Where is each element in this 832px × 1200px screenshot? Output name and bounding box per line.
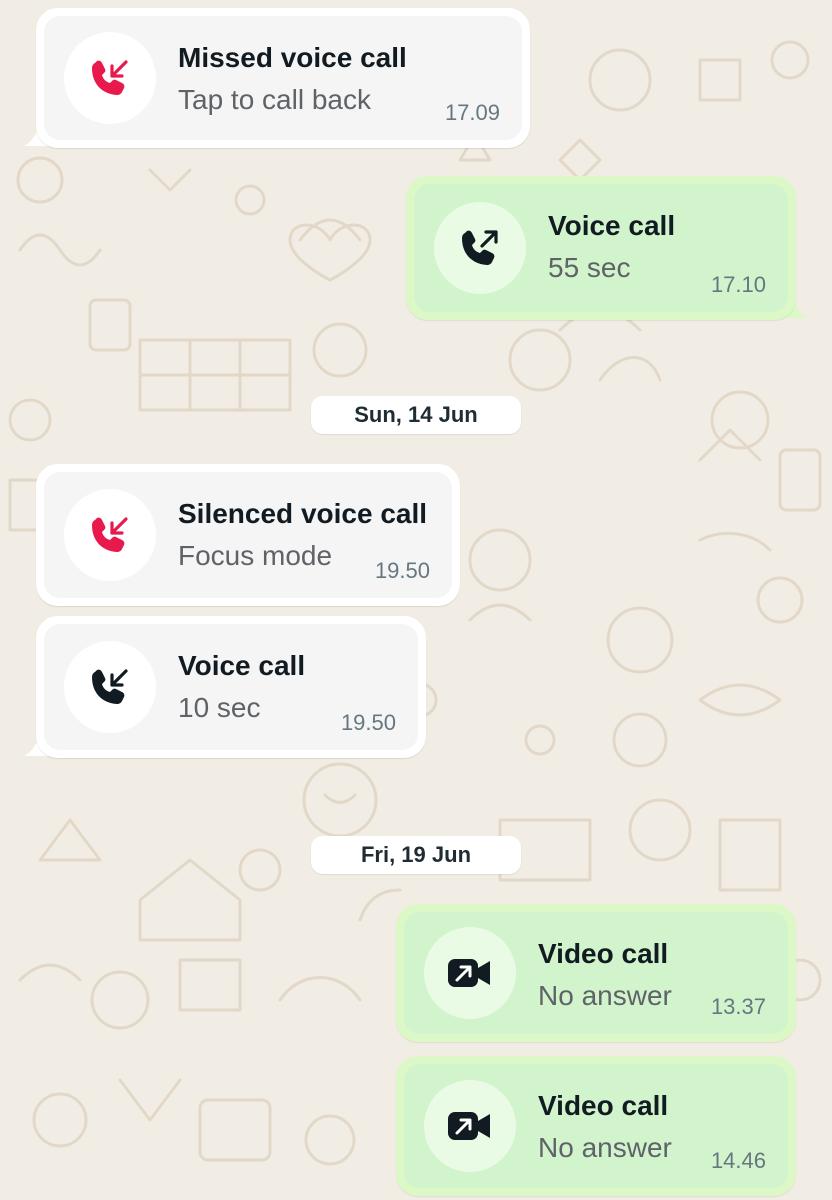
call-subtitle: Focus mode bbox=[178, 540, 333, 571]
outgoing-call-icon bbox=[462, 230, 498, 265]
call-subtitle: 55 sec bbox=[548, 252, 631, 283]
call-message-incoming-voice[interactable]: Voice call 10 sec 19.50 bbox=[36, 616, 426, 758]
call-title: Video call bbox=[538, 938, 669, 969]
call-message-outgoing-video[interactable]: Video call No answer 13.37 bbox=[396, 904, 796, 1042]
call-title: Voice call bbox=[178, 650, 306, 681]
call-message-outgoing-voice[interactable]: Voice call 55 sec 17.10 bbox=[406, 176, 796, 320]
call-card: Voice call 55 sec 17.10 bbox=[414, 184, 788, 312]
call-subtitle: No answer bbox=[538, 1132, 672, 1163]
call-card: Missed voice call Tap to call back 17.09 bbox=[44, 16, 522, 140]
call-title: Video call bbox=[538, 1090, 669, 1121]
call-subtitle: Tap to call back bbox=[178, 84, 371, 115]
date-separator: Sun, 14 Jun bbox=[311, 396, 521, 434]
call-card: Voice call 10 sec 19.50 bbox=[44, 624, 418, 750]
call-icon-wrapper bbox=[424, 1080, 516, 1172]
message-timestamp: 17.09 bbox=[444, 100, 500, 125]
message-timestamp: 13.37 bbox=[710, 994, 766, 1019]
call-card: Video call No answer 14.46 bbox=[404, 1064, 788, 1188]
call-card: Silenced voice call Focus mode 19.50 bbox=[44, 472, 452, 598]
call-message-silenced[interactable]: Silenced voice call Focus mode 19.50 bbox=[36, 464, 460, 606]
date-separator: Fri, 19 Jun bbox=[311, 836, 521, 874]
silenced-call-icon bbox=[92, 517, 128, 552]
outgoing-video-call-icon bbox=[448, 959, 490, 987]
call-message-outgoing-video[interactable]: Video call No answer 14.46 bbox=[396, 1056, 796, 1196]
message-timestamp: 19.50 bbox=[374, 558, 430, 583]
message-timestamp: 14.46 bbox=[710, 1148, 766, 1173]
missed-call-icon bbox=[92, 60, 128, 95]
outgoing-video-call-icon bbox=[448, 1112, 490, 1140]
call-subtitle: No answer bbox=[538, 980, 672, 1011]
message-timestamp: 17.10 bbox=[710, 272, 766, 297]
call-title: Voice call bbox=[548, 210, 676, 241]
call-message-missed[interactable]: Missed voice call Tap to call back 17.09 bbox=[36, 8, 530, 148]
call-icon-wrapper bbox=[64, 489, 156, 581]
call-subtitle: 10 sec bbox=[178, 692, 261, 723]
message-timestamp: 19.50 bbox=[340, 710, 396, 735]
incoming-call-icon bbox=[92, 669, 128, 704]
call-icon-wrapper bbox=[434, 202, 526, 294]
call-title: Missed voice call bbox=[178, 42, 407, 73]
call-icon-wrapper bbox=[64, 32, 156, 124]
call-card: Video call No answer 13.37 bbox=[404, 912, 788, 1034]
call-icon-wrapper bbox=[424, 927, 516, 1019]
call-title: Silenced voice call bbox=[178, 498, 428, 529]
call-icon-wrapper bbox=[64, 641, 156, 733]
